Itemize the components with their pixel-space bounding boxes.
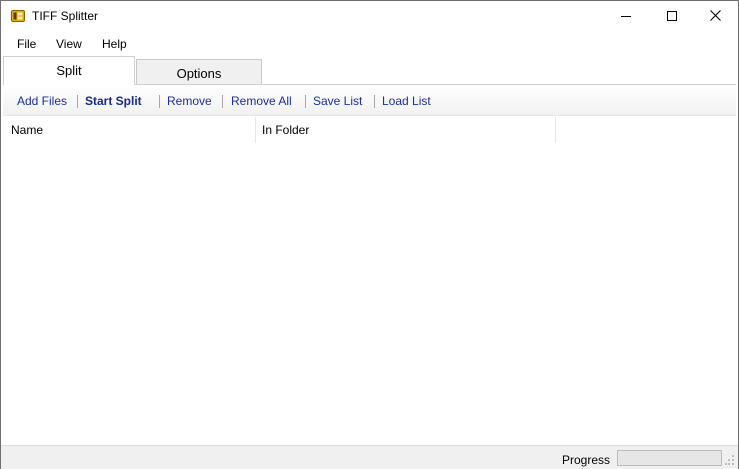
column-header-name[interactable]: Name [3,117,256,143]
tab-split[interactable]: Split [3,56,135,85]
save-list-button[interactable]: Save List [313,94,362,108]
resize-grip-icon[interactable] [725,454,735,466]
remove-all-button[interactable]: Remove All [231,94,292,108]
progress-bar [617,450,722,466]
title-bar[interactable]: TIFF Splitter [1,1,738,32]
app-window: TIFF Splitter File View Help Split Optio… [0,0,739,469]
status-bar: Progress [1,445,738,469]
toolbar-separator [374,95,375,108]
menu-file[interactable]: File [17,37,36,51]
remove-button[interactable]: Remove [167,94,212,108]
window-title: TIFF Splitter [32,9,99,23]
add-files-button[interactable]: Add Files [17,94,67,108]
progress-label: Progress [562,453,611,467]
toolbar-separator [159,95,160,108]
menu-bar: File View Help [1,32,738,56]
minimize-icon [621,10,631,24]
toolbar-separator [77,95,78,108]
load-list-button[interactable]: Load List [382,94,431,108]
toolbar-separator [222,95,223,108]
column-header-in-folder[interactable]: In Folder [256,117,556,143]
close-button[interactable] [692,1,738,32]
maximize-icon [667,10,677,24]
toolbar-separator [305,95,306,108]
menu-view[interactable]: View [56,37,82,51]
file-list[interactable]: Name In Folder [3,117,736,445]
close-icon [709,9,721,24]
tab-strip: Split Options [1,56,738,85]
action-toolbar: Add Files Start Split Remove Remove All … [3,84,736,116]
start-split-button[interactable]: Start Split [85,94,142,108]
maximize-button[interactable] [649,1,695,32]
menu-help[interactable]: Help [102,37,127,51]
minimize-button[interactable] [603,1,649,32]
tiff-app-icon [11,10,25,22]
tab-options[interactable]: Options [136,59,262,84]
